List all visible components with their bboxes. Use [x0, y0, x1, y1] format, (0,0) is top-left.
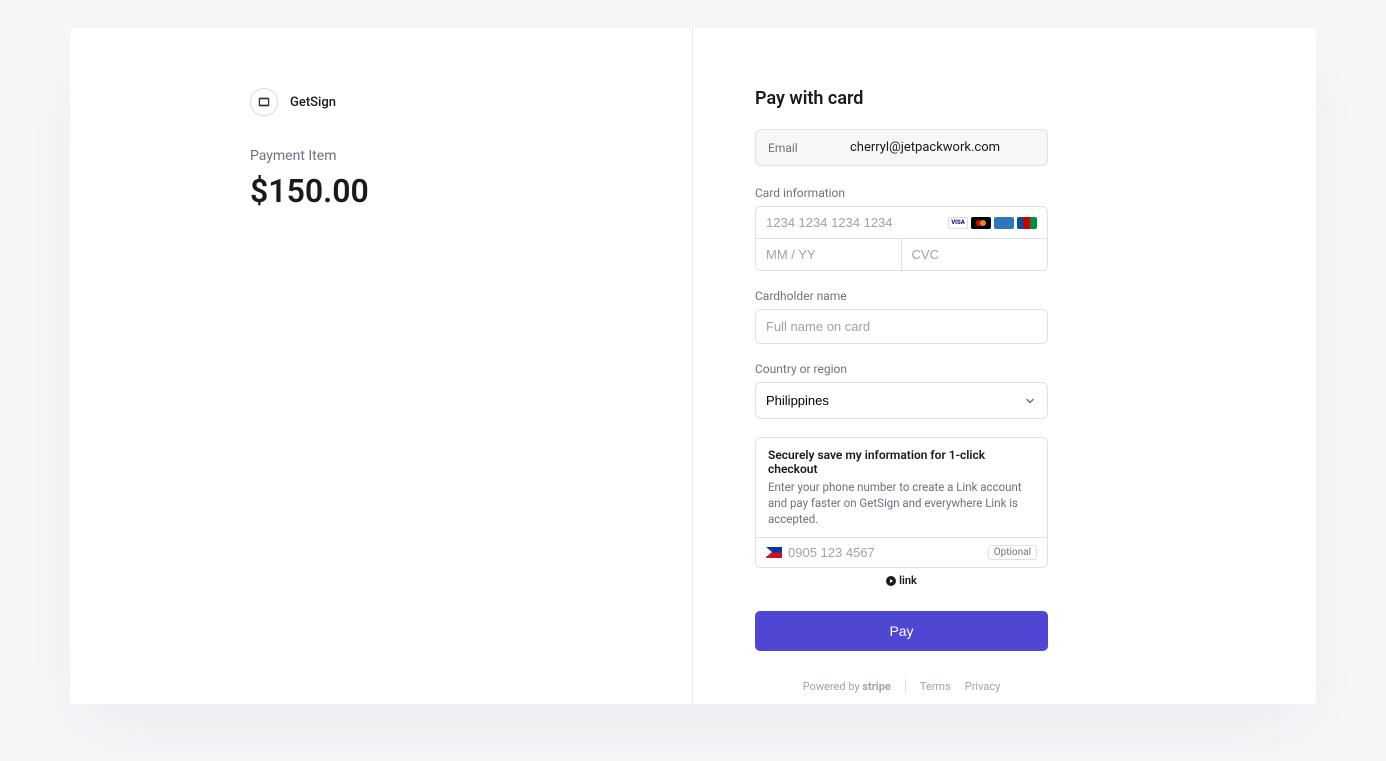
summary-panel: GetSign Payment Item $150.00 [70, 28, 693, 704]
card-cvc-input[interactable] [912, 247, 1049, 262]
link-save-box: Securely save my information for 1-click… [755, 437, 1048, 568]
form-panel: Pay with card Email cherryl@jetpackwork.… [693, 28, 1316, 704]
amex-icon [994, 217, 1014, 229]
privacy-link[interactable]: Privacy [965, 680, 1001, 693]
link-brand: link [755, 574, 1048, 587]
cardholder-name-input[interactable] [755, 309, 1048, 344]
checkout-container: GetSign Payment Item $150.00 Pay with ca… [70, 28, 1316, 704]
email-value: cherryl@jetpackwork.com [850, 140, 1000, 155]
optional-badge: Optional [988, 545, 1037, 560]
country-label: Country or region [755, 362, 1048, 376]
email-display: Email cherryl@jetpackwork.com [755, 129, 1048, 166]
card-info-label: Card information [755, 186, 1048, 200]
link-title: Securely save my information for 1-click… [768, 448, 1035, 476]
phone-input[interactable] [788, 545, 982, 560]
powered-by-text: Powered by [803, 680, 860, 693]
link-play-icon [886, 576, 896, 586]
merchant-name: GetSign [290, 95, 336, 110]
pay-button[interactable]: Pay [755, 611, 1048, 651]
card-brand-icons: VISA [948, 217, 1037, 229]
merchant-row: GetSign [250, 88, 692, 116]
footer-divider [905, 679, 906, 693]
link-description: Enter your phone number to create a Link… [768, 479, 1035, 527]
payment-amount: $150.00 [250, 172, 692, 210]
mastercard-icon [971, 217, 991, 229]
form-heading: Pay with card [755, 88, 1048, 109]
payment-item-label: Payment Item [250, 148, 692, 164]
jcb-icon [1017, 217, 1037, 229]
card-input-group: VISA [755, 206, 1048, 271]
footer: Powered by stripe Terms Privacy [755, 679, 1048, 693]
visa-icon: VISA [948, 217, 968, 229]
merchant-logo-icon [250, 88, 278, 116]
card-number-input[interactable] [766, 215, 948, 230]
card-expiry-input[interactable] [756, 239, 902, 270]
flag-philippines-icon [766, 547, 782, 558]
email-label: Email [768, 141, 850, 155]
terms-link[interactable]: Terms [920, 680, 951, 693]
cardholder-label: Cardholder name [755, 289, 1048, 303]
country-select[interactable]: Philippines [755, 382, 1048, 419]
stripe-logo: stripe [862, 680, 890, 693]
